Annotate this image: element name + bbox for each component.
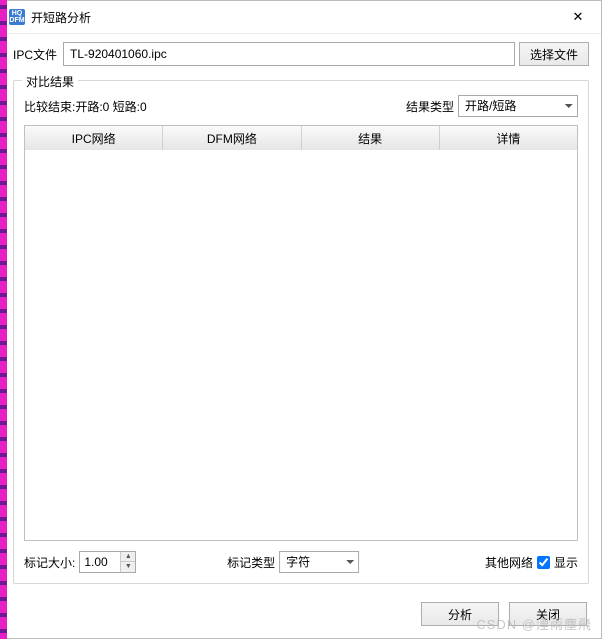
table-header: IPC网络 DFM网络 结果 详情 xyxy=(25,126,577,150)
mark-size-label: 标记大小: xyxy=(24,554,75,571)
mark-size-seg: 标记大小: ▲ ▼ xyxy=(24,551,136,573)
content-area: IPC文件 选择文件 对比结果 比较结束:开路:0 短路:0 结果类型 开路/短… xyxy=(1,34,601,592)
col-dfm-net[interactable]: DFM网络 xyxy=(163,126,301,150)
group-top-row: 比较结束:开路:0 短路:0 结果类型 开路/短路 xyxy=(24,95,578,117)
dialog-window: HQ DFM 开短路分析 ✕ IPC文件 选择文件 对比结果 比较结束:开路:0… xyxy=(0,0,602,639)
mark-type-seg: 标记类型 字符 xyxy=(227,551,359,573)
mark-type-label: 标记类型 xyxy=(227,554,275,571)
other-net-seg: 其他网络 显示 xyxy=(485,554,578,571)
close-button[interactable]: 关闭 xyxy=(509,602,587,626)
ipc-file-label: IPC文件 xyxy=(13,46,57,63)
other-net-label: 其他网络 xyxy=(485,554,533,571)
col-ipc-net[interactable]: IPC网络 xyxy=(25,126,163,150)
choose-file-button[interactable]: 选择文件 xyxy=(519,42,589,66)
background-decoration xyxy=(0,0,7,639)
close-icon[interactable]: ✕ xyxy=(563,7,593,27)
footer: 分析 关闭 xyxy=(1,592,601,638)
mark-type-select[interactable]: 字符 xyxy=(279,551,359,573)
file-row: IPC文件 选择文件 xyxy=(13,42,589,66)
group-bottom-row: 标记大小: ▲ ▼ 标记类型 字符 其 xyxy=(24,551,578,573)
result-type-label: 结果类型 xyxy=(406,98,454,115)
spinner-down-icon[interactable]: ▼ xyxy=(121,562,135,572)
analyze-button[interactable]: 分析 xyxy=(421,602,499,626)
table-body xyxy=(25,150,577,540)
compare-status: 比较结束:开路:0 短路:0 xyxy=(24,98,406,115)
mark-size-input[interactable] xyxy=(80,552,120,572)
mark-size-spinner[interactable]: ▲ ▼ xyxy=(79,551,136,573)
result-type-select[interactable]: 开路/短路 xyxy=(458,95,578,117)
col-result[interactable]: 结果 xyxy=(302,126,440,150)
titlebar-left: HQ DFM 开短路分析 xyxy=(9,9,91,26)
compare-result-group: 对比结果 比较结束:开路:0 短路:0 结果类型 开路/短路 IPC网络 DFM… xyxy=(13,80,589,584)
group-title: 对比结果 xyxy=(22,73,78,90)
spinner-buttons[interactable]: ▲ ▼ xyxy=(120,552,135,572)
show-label: 显示 xyxy=(554,554,578,571)
titlebar: HQ DFM 开短路分析 ✕ xyxy=(1,1,601,34)
result-table: IPC网络 DFM网络 结果 详情 xyxy=(24,125,578,541)
ipc-file-input[interactable] xyxy=(63,42,515,66)
col-detail[interactable]: 详情 xyxy=(440,126,577,150)
spinner-up-icon[interactable]: ▲ xyxy=(121,552,135,562)
show-checkbox[interactable] xyxy=(537,556,550,569)
window-title: 开短路分析 xyxy=(31,9,91,26)
app-icon: HQ DFM xyxy=(9,9,25,25)
